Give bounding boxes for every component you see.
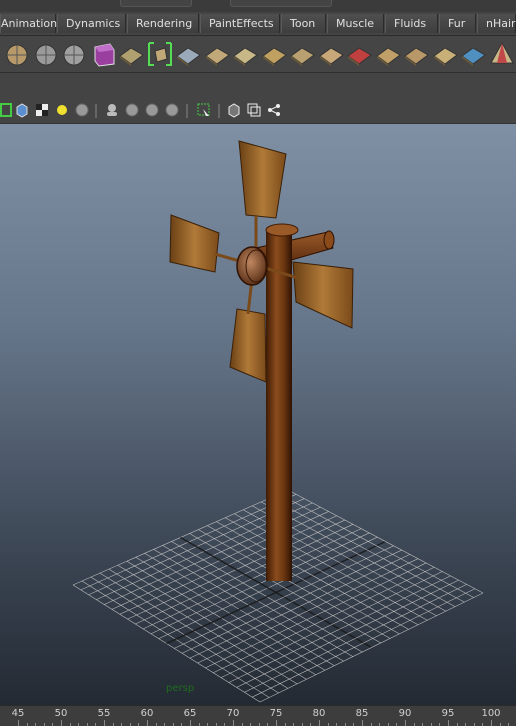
shelf-tab-animation[interactable]: Animation xyxy=(0,14,56,33)
toolbar-separator xyxy=(218,104,220,118)
tick-mark xyxy=(405,720,406,726)
pole xyxy=(266,229,292,581)
fold-plane-icon[interactable] xyxy=(287,39,317,69)
frame-number: 90 xyxy=(399,708,412,719)
frame-number: 65 xyxy=(184,708,197,719)
nurbs-sphere-icon[interactable] xyxy=(2,39,32,69)
sphere-half-icon[interactable] xyxy=(144,102,160,118)
3d-viewport[interactable]: persp xyxy=(0,124,516,705)
share-icon[interactable] xyxy=(266,102,282,118)
title-strip xyxy=(0,0,516,12)
triangle-plane-icon[interactable] xyxy=(230,39,260,69)
pole-top xyxy=(266,224,298,236)
blade-left xyxy=(170,215,219,272)
shelf-tab-bar: AnimationDynamicsRenderingPaintEffectsTo… xyxy=(0,12,516,36)
shelf-tab-muscle[interactable]: Muscle xyxy=(327,14,384,33)
frame-number: 80 xyxy=(313,708,326,719)
tick-mark xyxy=(190,720,191,726)
split-plane-icon[interactable] xyxy=(202,39,232,69)
frame-number: 50 xyxy=(55,708,68,719)
tick-mark xyxy=(61,720,62,726)
shelf-tab-dynamics[interactable]: Dynamics xyxy=(57,14,126,33)
frame-number: 95 xyxy=(442,708,455,719)
cube-wire-icon[interactable] xyxy=(226,102,242,118)
red-plane-icon[interactable] xyxy=(344,39,374,69)
time-slider[interactable]: 45 50 55 60 65 70 75 80 85 90 95 100 xyxy=(0,705,516,726)
viewport-toolbar xyxy=(0,99,516,124)
sphere-flat-icon[interactable] xyxy=(124,102,140,118)
toolbar-gap xyxy=(0,73,516,99)
axle-end xyxy=(324,231,334,249)
plane-arrow-icon[interactable] xyxy=(373,39,403,69)
plane-icon[interactable] xyxy=(116,39,146,69)
cube-box-icon[interactable] xyxy=(259,39,289,69)
collapsed-tab xyxy=(120,0,192,7)
frame-number: 85 xyxy=(356,708,369,719)
sphere-smooth-icon[interactable] xyxy=(74,102,90,118)
sphere-wire-icon[interactable] xyxy=(31,39,61,69)
purple-cube-icon[interactable] xyxy=(88,39,118,69)
select-box-icon[interactable] xyxy=(196,102,212,118)
sphere-dark-icon[interactable] xyxy=(164,102,180,118)
shelf-tab-fluids[interactable]: Fluids xyxy=(385,14,438,33)
tick-mark xyxy=(448,720,449,726)
light-bulb-icon[interactable] xyxy=(54,102,70,118)
tick-mark xyxy=(276,720,277,726)
blade-right xyxy=(293,262,353,328)
bust-icon[interactable] xyxy=(104,102,120,118)
tick-mark xyxy=(491,720,492,726)
toolbar-separator xyxy=(186,104,188,118)
uv-bracket-icon[interactable] xyxy=(145,39,175,69)
toolbar-separator xyxy=(95,104,97,118)
blue-plane-icon[interactable] xyxy=(458,39,488,69)
frame-number: 100 xyxy=(481,708,500,719)
cube-shaded-icon[interactable] xyxy=(14,102,30,118)
bevel-plane-icon[interactable] xyxy=(401,39,431,69)
sphere-grid-icon[interactable] xyxy=(59,39,89,69)
shelf-tab-fur[interactable]: Fur xyxy=(439,14,476,33)
shelf xyxy=(0,36,516,73)
shelf-tab-toon[interactable]: Toon xyxy=(281,14,326,33)
tick-mark xyxy=(104,720,105,726)
tick-mark xyxy=(147,720,148,726)
tick-mark xyxy=(319,720,320,726)
cone-icon[interactable] xyxy=(487,39,516,69)
frame-number: 55 xyxy=(98,708,111,719)
frame-number: 60 xyxy=(141,708,154,719)
shelf-tab-rendering[interactable]: Rendering xyxy=(127,14,199,33)
tick-mark xyxy=(233,720,234,726)
scene xyxy=(0,124,516,705)
camera-label: persp xyxy=(166,683,194,694)
frame-number: 45 xyxy=(12,708,25,719)
tick-mark xyxy=(18,720,19,726)
hub xyxy=(237,247,267,285)
frame-number: 70 xyxy=(227,708,240,719)
shelf-tab-painteffects[interactable]: PaintEffects xyxy=(200,14,280,33)
collapsed-tab xyxy=(230,0,332,7)
shelf-tab-nhair[interactable]: nHair xyxy=(477,14,516,33)
checker-plane-icon[interactable] xyxy=(316,39,346,69)
blade-bottom xyxy=(230,309,266,382)
frame-number: 75 xyxy=(270,708,283,719)
two-boxes-icon[interactable] xyxy=(246,102,262,118)
blade-top xyxy=(239,141,286,218)
stack-plane-icon[interactable] xyxy=(430,39,460,69)
plane-select-icon[interactable] xyxy=(173,39,203,69)
checker-icon[interactable] xyxy=(34,102,50,118)
tick-mark xyxy=(362,720,363,726)
